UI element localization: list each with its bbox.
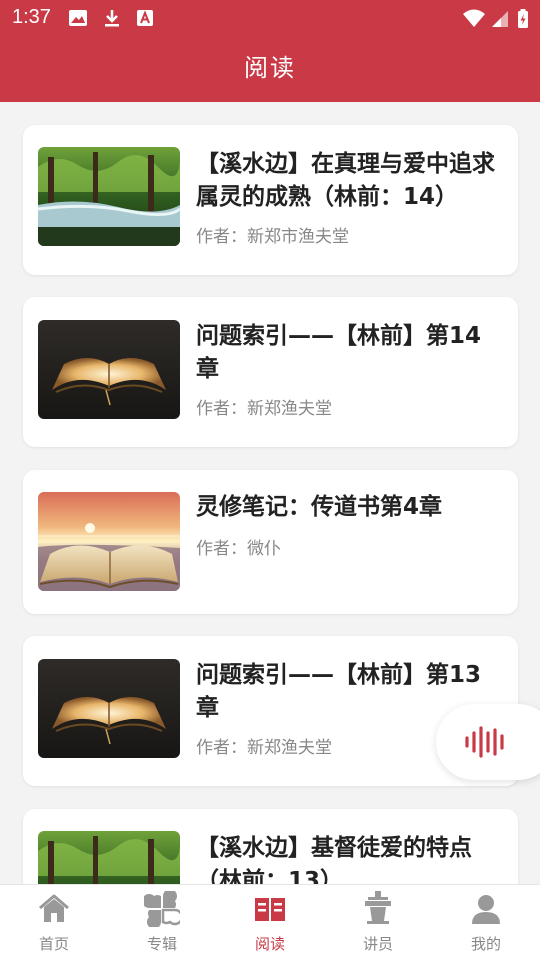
gallery-icon (69, 10, 87, 26)
status-time: 1:37 (12, 6, 51, 28)
app-header: 1:37 阅读 (0, 0, 540, 102)
forest-stream-image (38, 831, 180, 884)
article-title[interactable]: 【溪水边】在真理与爱中追求属灵的成熟（林前：14） (196, 148, 501, 214)
sound-wave-icon (465, 726, 504, 758)
article-thumbnail (38, 492, 180, 591)
bottom-tab-bar: 首页 专辑 阅读 讲员 我的 (0, 884, 540, 960)
article-author: 作者：微仆 (196, 539, 281, 559)
open-bible-image (38, 659, 180, 758)
article-thumbnail (38, 147, 180, 246)
tab-label: 阅读 (254, 935, 285, 953)
article-card[interactable]: 问题索引——【林前】第14章 作者：新郑渔夫堂 (23, 297, 518, 447)
download-icon (105, 10, 119, 27)
page-title: 阅读 (244, 54, 296, 82)
accessibility-a-icon (137, 10, 153, 26)
article-thumbnail (38, 320, 180, 419)
tab-home[interactable]: 首页 (0, 885, 108, 960)
tab-label: 首页 (38, 935, 69, 953)
battery-charging-icon (518, 9, 528, 28)
bible-sunset-image (38, 492, 180, 591)
article-thumbnail (38, 659, 180, 758)
article-author: 作者：新郑渔夫堂 (196, 399, 332, 419)
status-bar: 1:37 (0, 0, 540, 36)
open-bible-image (38, 320, 180, 419)
forest-stream-image (38, 147, 180, 246)
tab-mine[interactable]: 我的 (432, 885, 540, 960)
tab-label: 讲员 (362, 935, 393, 953)
pulpit-icon (365, 891, 391, 924)
article-title[interactable]: 问题索引——【林前】第14章 (196, 320, 501, 386)
article-author: 作者：新郑市渔夫堂 (196, 227, 349, 247)
tab-label: 我的 (470, 935, 501, 953)
article-title[interactable]: 【溪水边】基督徒爱的特点（林前：13） (196, 832, 501, 884)
tab-reading[interactable]: 阅读 (216, 885, 324, 960)
article-author: 作者：新郑渔夫堂 (196, 738, 332, 758)
home-icon (39, 894, 69, 922)
tab-album[interactable]: 专辑 (108, 885, 216, 960)
album-icon (144, 891, 180, 927)
wifi-icon (463, 9, 485, 27)
tab-label: 专辑 (146, 935, 177, 953)
audio-player-button[interactable] (436, 704, 540, 780)
article-title[interactable]: 灵修笔记：传道书第4章 (196, 491, 501, 524)
article-card[interactable]: 灵修笔记：传道书第4章 作者：微仆 (23, 470, 518, 614)
article-card[interactable]: 【溪水边】基督徒爱的特点（林前：13） (23, 809, 518, 884)
person-icon (472, 895, 500, 924)
article-thumbnail (38, 831, 180, 884)
signal-icon (492, 11, 508, 27)
book-icon (255, 898, 285, 921)
article-card[interactable]: 【溪水边】在真理与爱中追求属灵的成熟（林前：14） 作者：新郑市渔夫堂 (23, 125, 518, 275)
tab-speakers[interactable]: 讲员 (324, 885, 432, 960)
